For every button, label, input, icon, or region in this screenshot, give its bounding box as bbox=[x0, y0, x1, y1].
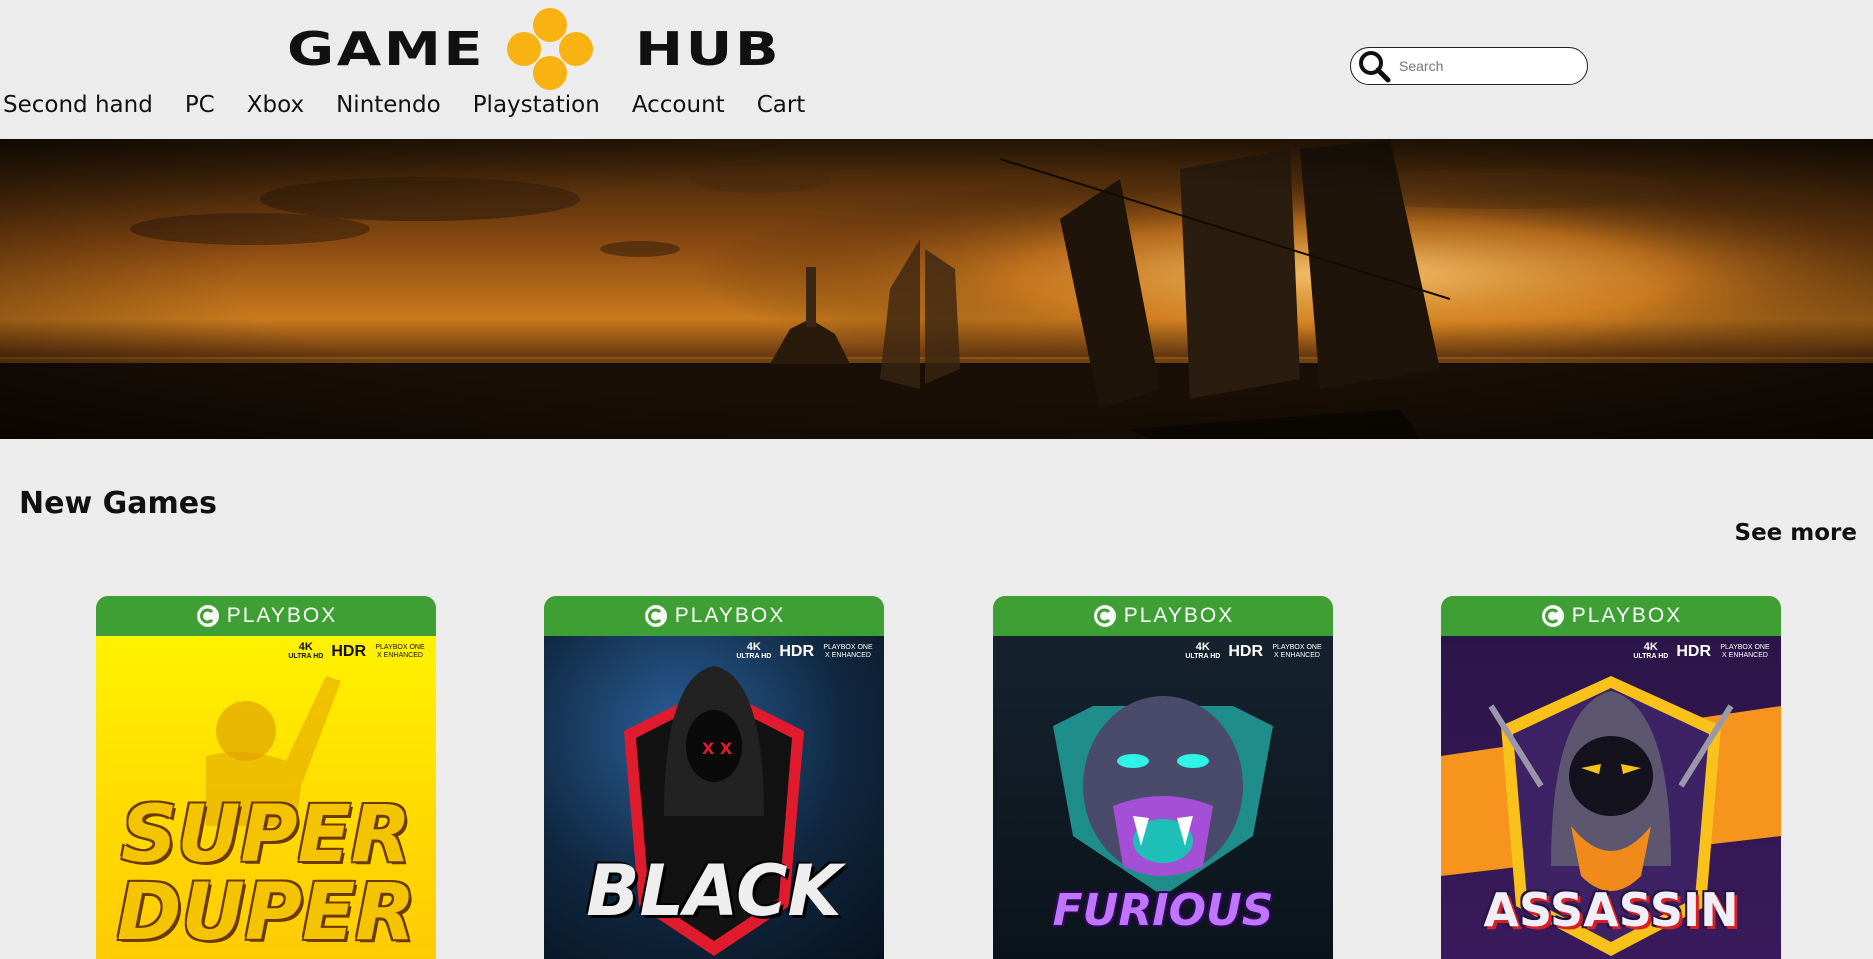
main-nav: Second hand PC Xbox Nintendo Playstation… bbox=[3, 92, 837, 118]
search-icon[interactable] bbox=[1357, 49, 1391, 83]
section-title: New Games bbox=[19, 486, 217, 521]
nav-item-nintendo[interactable]: Nintendo bbox=[336, 92, 441, 118]
card-brand-bar: PLAYBOX bbox=[993, 596, 1333, 636]
cover-art: 4K ULTRA HD HDR PLAYBOX ONE X ENHANCED FU… bbox=[993, 636, 1333, 959]
logo-text-game: GAME bbox=[287, 22, 486, 76]
game-card[interactable]: PLAYBOX 4K ULTRA HD HDR PLAYBOX ONE X ENH… bbox=[96, 596, 436, 959]
card-brand-label: PLAYBOX bbox=[674, 604, 786, 627]
search-input[interactable] bbox=[1397, 57, 1581, 75]
search-box[interactable] bbox=[1350, 47, 1588, 85]
card-brand-bar: PLAYBOX bbox=[1441, 596, 1781, 636]
nav-item-playstation[interactable]: Playstation bbox=[473, 92, 600, 118]
cover-title: BLACK bbox=[586, 850, 842, 932]
see-more-link[interactable]: See more bbox=[1735, 520, 1857, 546]
cover-art: 4K ULTRA HD HDR PLAYBOX ONE X ENHANCED X … bbox=[544, 636, 884, 959]
nav-item-xbox[interactable]: Xbox bbox=[247, 92, 304, 118]
game-card[interactable]: PLAYBOX 4K ULTRA HD HDR PLAYBOX ONE X ENH… bbox=[993, 596, 1333, 959]
playbox-logo-icon bbox=[644, 605, 667, 627]
cover-art: 4K ULTRA HD HDR PLAYBOX ONE X ENHANCED AS… bbox=[1441, 636, 1781, 959]
svg-text:X X: X X bbox=[702, 739, 733, 758]
playbox-logo-icon bbox=[196, 605, 219, 627]
logo-text-hub: HUB bbox=[635, 22, 782, 76]
nav-item-account[interactable]: Account bbox=[632, 92, 725, 118]
cover-title: ASSASSIN bbox=[1483, 883, 1739, 937]
site-logo[interactable]: GAME HUB bbox=[287, 8, 779, 90]
nav-item-pc[interactable]: PC bbox=[185, 92, 215, 118]
playbox-logo-icon bbox=[1541, 605, 1564, 627]
hero-banner bbox=[0, 139, 1873, 439]
card-brand-bar: PLAYBOX bbox=[544, 596, 884, 636]
game-card[interactable]: PLAYBOX 4K ULTRA HD HDR PLAYBOX ONE X ENH… bbox=[1441, 596, 1781, 959]
logo-dots-icon bbox=[505, 8, 595, 90]
card-brand-label: PLAYBOX bbox=[226, 604, 338, 627]
cover-art: 4K ULTRA HD HDR PLAYBOX ONE X ENHANCED SU… bbox=[96, 636, 436, 959]
playbox-logo-icon bbox=[1093, 605, 1116, 627]
card-brand-label: PLAYBOX bbox=[1571, 604, 1683, 627]
cover-title: SUPER DUPER bbox=[116, 790, 416, 958]
game-card[interactable]: PLAYBOX 4K ULTRA HD HDR PLAYBOX ONE X ENH… bbox=[544, 596, 884, 959]
nav-item-cart[interactable]: Cart bbox=[757, 92, 806, 118]
card-brand-label: PLAYBOX bbox=[1123, 604, 1235, 627]
card-brand-bar: PLAYBOX bbox=[96, 596, 436, 636]
nav-item-second-hand[interactable]: Second hand bbox=[3, 92, 153, 118]
cover-title: FURIOUS bbox=[1052, 885, 1274, 936]
